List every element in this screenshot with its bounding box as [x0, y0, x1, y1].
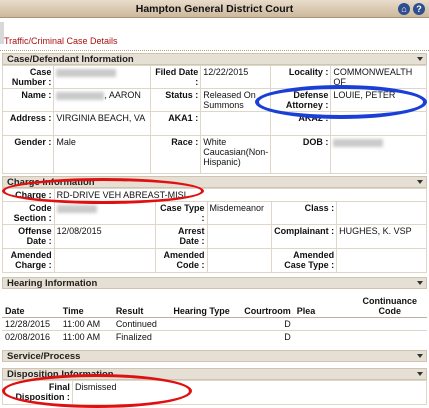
collapse-icon[interactable]	[417, 180, 423, 184]
filed-date-label: Filed Date :	[149, 65, 202, 89]
hearing-table: Date Time Result Hearing Type Courtroom …	[2, 289, 427, 343]
status-label: Status :	[149, 88, 202, 112]
section-title: Charge Information	[7, 177, 95, 188]
amended-charge-value	[53, 248, 156, 273]
collapse-icon[interactable]	[417, 281, 423, 285]
final-disposition-value: Dismissed	[71, 380, 428, 405]
case-type-value: Misdemeanor	[206, 201, 273, 225]
amended-charge-label: Amended Charge :	[2, 248, 55, 273]
race-label: Race :	[149, 135, 202, 174]
title-bar-icons: ⌂ ?	[398, 3, 425, 15]
hearing-result: Finalized	[112, 329, 171, 343]
amended-code-value	[206, 248, 273, 273]
hearing-date: 12/28/2015	[2, 316, 60, 330]
section-case-defendant[interactable]: Case/Defendant Information	[2, 53, 427, 65]
section-title: Case/Defendant Information	[7, 54, 134, 65]
arrest-date-value	[206, 224, 273, 249]
race-value: White Caucasian(Non-Hispanic)	[200, 135, 272, 174]
hearing-courtroom: D	[241, 329, 294, 343]
hearing-type	[170, 329, 242, 343]
class-label: Class :	[271, 201, 338, 225]
hearing-continuance	[352, 316, 427, 330]
help-icon[interactable]: ?	[413, 3, 425, 15]
col-header-courtroom: Courtroom	[241, 289, 294, 318]
disposition-table: Final Disposition : Dismissed	[2, 380, 428, 405]
window-title: Hampton General District Court	[135, 3, 294, 15]
hearing-type	[170, 316, 242, 330]
gender-label: Gender :	[1, 135, 55, 174]
section-title: Hearing Information	[7, 278, 98, 289]
col-header-date: Date	[2, 289, 60, 318]
locality-value: COMMONWEALTH OF	[330, 65, 427, 89]
case-number-value	[53, 65, 151, 89]
section-title: Service/Process	[7, 351, 81, 362]
address-value: VIRGINIA BEACH, VA	[53, 111, 151, 136]
table-row: 12/28/2015 11:00 AM Continued D	[2, 316, 427, 330]
status-value: Released On Summons	[200, 88, 272, 112]
divider	[0, 50, 429, 52]
col-header-plea: Plea	[293, 289, 353, 318]
locality-label: Locality :	[270, 65, 332, 89]
amended-case-type-value	[336, 248, 427, 273]
final-disposition-label: Final Disposition :	[2, 380, 73, 405]
amended-case-type-label: Amended Case Type :	[271, 248, 338, 273]
table-row: 02/08/2016 11:00 AM Finalized D	[2, 329, 427, 343]
case-number-label: Case Number :	[1, 65, 55, 89]
col-header-hearing-type: Hearing Type	[170, 289, 242, 318]
section-charge[interactable]: Charge Information	[2, 176, 427, 188]
code-section-label: Code Section :	[2, 201, 55, 225]
collapse-icon[interactable]	[417, 354, 423, 358]
amended-code-label: Amended Code :	[154, 248, 208, 273]
dob-value	[330, 135, 427, 174]
aka2-label: AKA2 :	[270, 111, 332, 136]
name-text: , AARON	[104, 90, 141, 100]
collapse-icon[interactable]	[417, 372, 423, 376]
aka2-value	[330, 111, 427, 136]
case-defendant-table: Case Number : Filed Date : 12/22/2015 Lo…	[1, 65, 427, 174]
hearing-time: 11:00 AM	[59, 316, 113, 330]
complainant-label: Complainant :	[271, 224, 338, 249]
complainant-value: HUGHES, K. VSP	[336, 224, 427, 249]
col-header-time: Time	[59, 289, 113, 318]
col-header-result: Result	[112, 289, 171, 318]
section-hearing[interactable]: Hearing Information	[2, 277, 427, 289]
name-label: Name :	[1, 88, 55, 112]
arrest-date-label: Arrest Date :	[154, 224, 208, 249]
case-type-label: Case Type :	[154, 201, 208, 225]
hearing-courtroom: D	[241, 316, 294, 330]
collapse-icon[interactable]	[417, 57, 423, 61]
filed-date-value: 12/22/2015	[200, 65, 272, 89]
window-title-bar: Hampton General District Court ⌂ ?	[0, 0, 429, 18]
col-header-continuance: Continuance Code	[352, 289, 427, 318]
hearing-time: 11:00 AM	[59, 329, 113, 343]
offense-date-value: 12/08/2015	[53, 224, 156, 249]
dob-label: DOB :	[270, 135, 332, 174]
home-icon[interactable]: ⌂	[398, 3, 410, 15]
hearing-date: 02/08/2016	[2, 329, 60, 343]
section-disposition[interactable]: Disposition Information	[2, 368, 427, 380]
class-value	[336, 201, 427, 225]
defense-attorney-label: Defense Attorney :	[270, 88, 332, 112]
section-service-process[interactable]: Service/Process	[2, 350, 427, 362]
section-title: Disposition Information	[7, 369, 114, 380]
offense-date-label: Offense Date :	[2, 224, 55, 249]
defense-attorney-value: LOUIE, PETER	[330, 88, 427, 112]
gender-value: Male	[53, 135, 151, 174]
address-label: Address :	[1, 111, 55, 136]
code-section-value	[53, 201, 156, 225]
page-subtitle: Traffic/Criminal Case Details	[4, 36, 118, 46]
aka1-value	[200, 111, 272, 136]
aka1-label: AKA1 :	[149, 111, 202, 136]
charge-label: Charge :	[2, 188, 55, 202]
charge-table: Charge : RD-DRIVE VEH ABREAST-MISI Code …	[2, 188, 428, 273]
name-value: , AARON	[53, 88, 151, 112]
hearing-result: Continued	[112, 316, 171, 330]
hearing-plea	[293, 316, 353, 330]
hearing-plea	[293, 329, 353, 343]
hearing-continuance	[352, 329, 427, 343]
charge-value: RD-DRIVE VEH ABREAST-MISI	[53, 188, 428, 202]
